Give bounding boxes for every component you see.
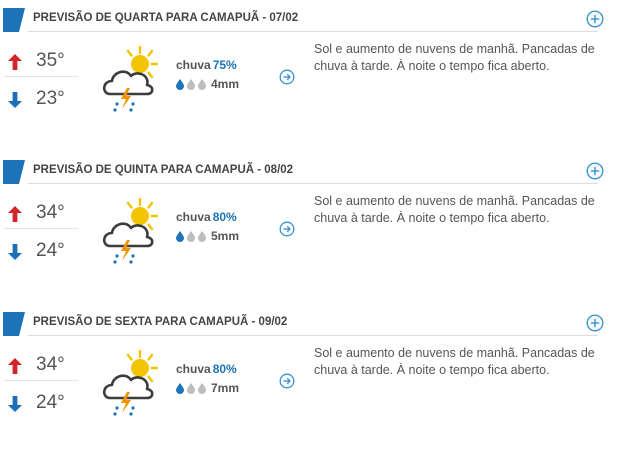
min-temp-value: 24° <box>36 392 65 413</box>
forecast-title: PREVISÃO DE QUARTA PARA CAMAPUÃ - 07/02 <box>33 12 299 24</box>
arrow-down-icon <box>8 92 22 108</box>
forecast-header: PREVISÃO DE QUINTA PARA CAMAPUÃ - 08/02 <box>0 160 604 184</box>
rain-level: 4mm <box>176 76 266 92</box>
rain-percentage: 80% <box>212 210 237 224</box>
forecast-card: PREVISÃO DE SEXTA PARA CAMAPUÃ - 09/02 3… <box>0 304 610 444</box>
max-temp-value: 34° <box>36 354 65 375</box>
rain-drop-empty-icon <box>187 79 195 90</box>
min-temperature: 24° <box>8 390 78 420</box>
details-arrow-icon[interactable] <box>279 69 295 85</box>
rain-drop-empty-icon <box>198 79 206 90</box>
forecast-header: PREVISÃO DE SEXTA PARA CAMAPUÃ - 09/02 <box>0 312 604 336</box>
max-temperature: 34° <box>8 200 78 230</box>
expand-plus-icon[interactable] <box>586 162 604 180</box>
header-divider <box>28 183 598 184</box>
temperature-divider <box>4 380 78 381</box>
expand-plus-icon[interactable] <box>586 10 604 28</box>
rain-amount: 5mm <box>211 229 240 243</box>
min-temp-value: 24° <box>36 240 65 261</box>
arrow-up-icon <box>8 206 22 222</box>
rain-amount: 4mm <box>211 77 240 91</box>
rain-percentage: 80% <box>212 362 237 376</box>
sun-cloud-thunderstorm-icon <box>100 348 162 418</box>
header-divider <box>28 335 598 336</box>
rain-drop-filled-icon <box>176 231 184 242</box>
forecast-card: PREVISÃO DE QUINTA PARA CAMAPUÃ - 08/02 … <box>0 152 610 292</box>
min-temperature: 23° <box>8 86 78 116</box>
forecast-description: Sol e aumento de nuvens de manhã. Pancad… <box>314 194 595 225</box>
rain-drop-empty-icon <box>198 231 206 242</box>
details-arrow-icon[interactable] <box>279 221 295 237</box>
sun-cloud-thunderstorm-icon <box>100 44 162 114</box>
expand-plus-icon[interactable] <box>586 314 604 332</box>
sun-cloud-thunderstorm-icon <box>100 196 162 266</box>
header-flag-icon <box>3 8 25 32</box>
header-divider <box>28 31 598 32</box>
max-temperature: 34° <box>8 352 78 382</box>
rain-drop-filled-icon <box>176 79 184 90</box>
min-temp-value: 23° <box>36 88 65 109</box>
rain-label: chuva <box>176 58 211 72</box>
forecast-title: PREVISÃO DE SEXTA PARA CAMAPUÃ - 09/02 <box>33 316 288 328</box>
rain-drop-empty-icon <box>198 383 206 394</box>
rain-level: 7mm <box>176 380 266 396</box>
forecast-title: PREVISÃO DE QUINTA PARA CAMAPUÃ - 08/02 <box>33 164 294 176</box>
forecast-description: Sol e aumento de nuvens de manhã. Pancad… <box>314 42 595 73</box>
rain-drop-empty-icon <box>187 383 195 394</box>
forecast-card: PREVISÃO DE QUARTA PARA CAMAPUÃ - 07/02 … <box>0 0 610 140</box>
temperature-divider <box>4 76 78 77</box>
rain-drop-filled-icon <box>176 383 184 394</box>
temperature-divider <box>4 228 78 229</box>
arrow-up-icon <box>8 54 22 70</box>
rain-percentage: 75% <box>212 58 237 72</box>
header-flag-icon <box>3 160 25 184</box>
forecast-description: Sol e aumento de nuvens de manhã. Pancad… <box>314 346 595 377</box>
min-temperature: 24° <box>8 238 78 268</box>
rain-amount: 7mm <box>211 381 240 395</box>
rain-label: chuva <box>176 362 211 376</box>
max-temperature: 35° <box>8 48 78 78</box>
rain-drop-empty-icon <box>187 231 195 242</box>
rain-info: chuva 80% 7mm <box>176 362 266 396</box>
max-temp-value: 35° <box>36 50 65 71</box>
rain-label: chuva <box>176 210 211 224</box>
max-temp-value: 34° <box>36 202 65 223</box>
arrow-up-icon <box>8 358 22 374</box>
rain-level: 5mm <box>176 228 266 244</box>
header-flag-icon <box>3 312 25 336</box>
details-arrow-icon[interactable] <box>279 373 295 389</box>
arrow-down-icon <box>8 396 22 412</box>
forecast-header: PREVISÃO DE QUARTA PARA CAMAPUÃ - 07/02 <box>0 8 604 32</box>
rain-info: chuva 80% 5mm <box>176 210 266 244</box>
rain-info: chuva 75% 4mm <box>176 58 266 92</box>
arrow-down-icon <box>8 244 22 260</box>
